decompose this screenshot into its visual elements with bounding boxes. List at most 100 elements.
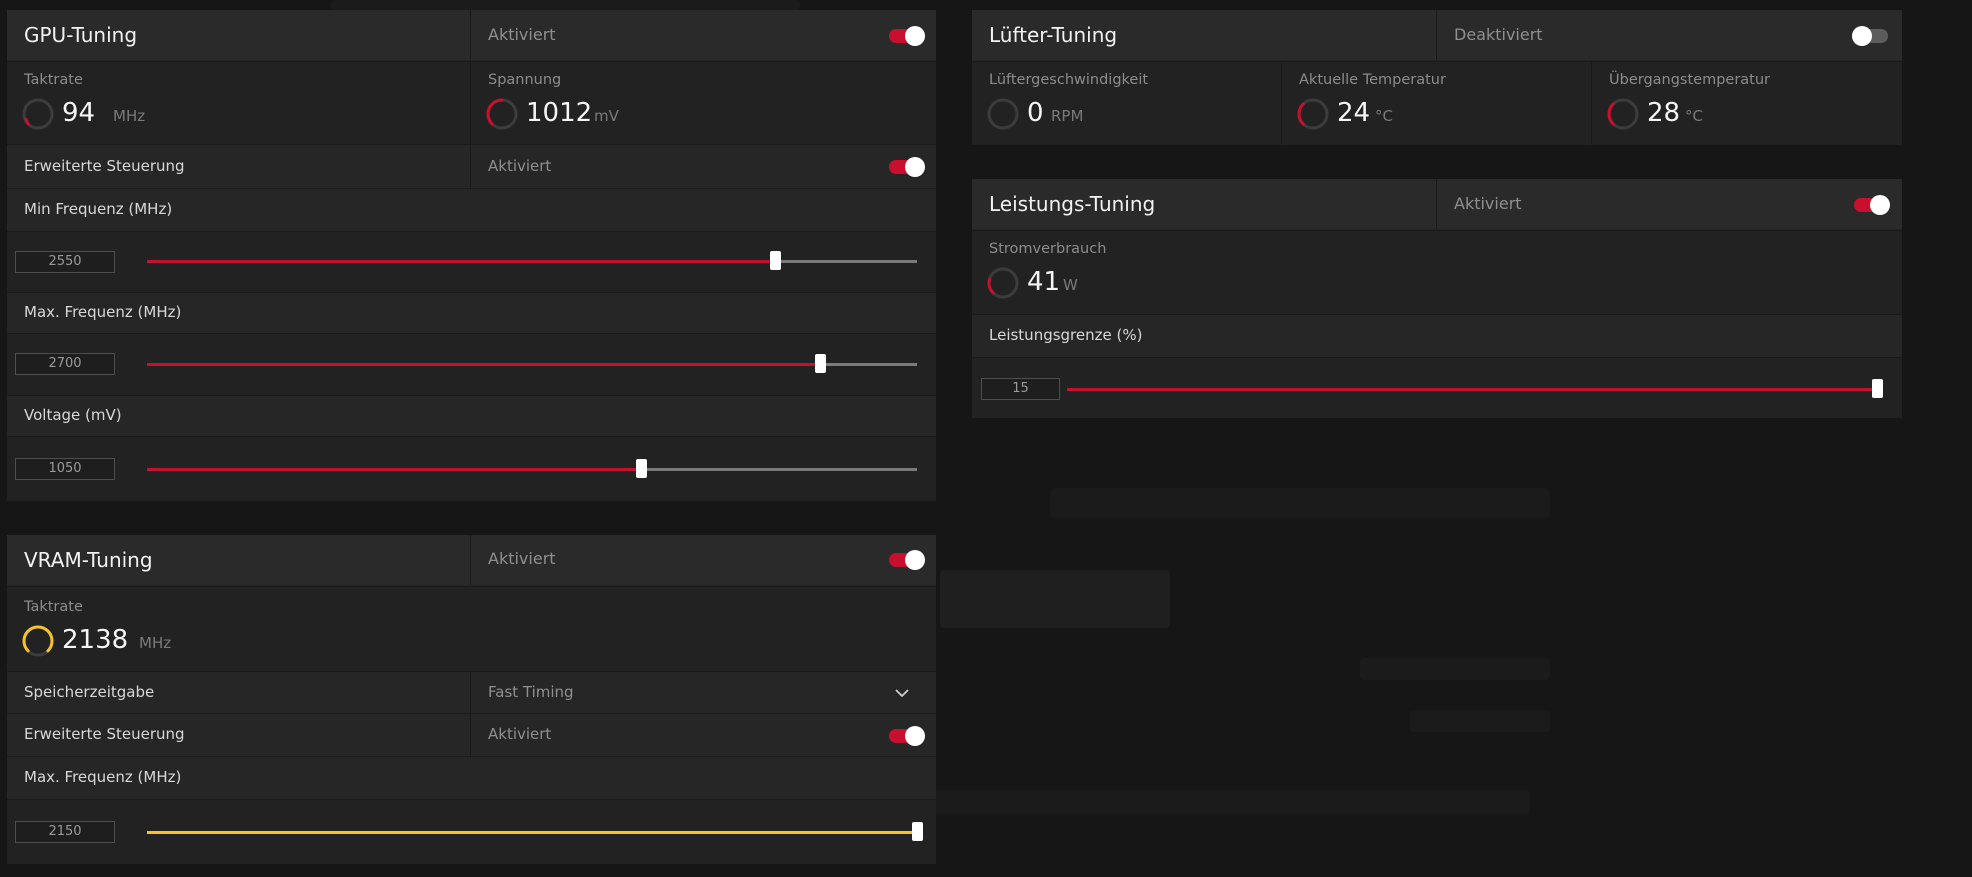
fan-metrics-row: Lüftergeschwindigkeit 0 RPM Aktuelle Tem… [972, 61, 1902, 145]
vram-tuning-panel: VRAM-Tuning Aktiviert Taktrate 2138 MHz … [7, 535, 936, 864]
memory-timing-label: Speicherzeitgabe [24, 683, 155, 701]
min-frequency-input[interactable]: 2550 [15, 251, 115, 273]
gpu-tuning-status: Aktiviert [488, 25, 556, 44]
max-frequency-slider-row: 2700 [7, 333, 936, 395]
power-tuning-panel: Leistungs-Tuning Aktiviert Stromverbrauc… [972, 179, 1902, 418]
slider-fill [147, 831, 917, 834]
vram-max-frequency-slider[interactable] [147, 822, 923, 841]
divider [1436, 179, 1437, 229]
min-frequency-slider[interactable] [147, 251, 917, 270]
min-frequency-slider-row: 2550 [7, 231, 936, 292]
background-ghost-3 [1360, 658, 1550, 680]
vram-advanced-row: Erweiterte Steuerung Aktiviert [7, 713, 936, 756]
background-ghost-6 [930, 790, 1530, 814]
power-limit-input[interactable]: 15 [981, 378, 1060, 400]
slider-thumb[interactable] [814, 354, 826, 373]
vram-tuning-status: Aktiviert [488, 549, 556, 568]
junction-temp-label: Übergangstemperatur [1609, 72, 1771, 88]
power-limit-slider-row: 15 [972, 357, 1902, 418]
slider-thumb[interactable] [769, 251, 781, 270]
power-tuning-header: Leistungs-Tuning Aktiviert [972, 179, 1902, 229]
vram-tuning-header: VRAM-Tuning Aktiviert [7, 535, 936, 585]
vram-tuning-toggle[interactable] [889, 550, 925, 570]
gpu-voltage-gauge-icon [486, 98, 518, 130]
gpu-voltage-label: Spannung [488, 72, 562, 88]
voltage-slider[interactable] [147, 459, 917, 478]
gpu-clock-unit: MHz [113, 107, 146, 125]
junction-temp-unit: °C [1685, 107, 1703, 125]
toggle-knob [905, 550, 925, 570]
divider [470, 672, 471, 713]
power-tuning-status: Aktiviert [1454, 194, 1522, 213]
power-limit-label: Leistungsgrenze (%) [989, 326, 1143, 344]
divider [470, 145, 471, 188]
slider-fill [147, 260, 775, 263]
fan-tuning-header: Lüfter-Tuning Deaktiviert [972, 10, 1902, 60]
slider-fill [147, 468, 642, 471]
gpu-tuning-header: GPU-Tuning Aktiviert [7, 10, 936, 60]
power-draw-label: Stromverbrauch [989, 241, 1107, 257]
max-frequency-label-row: Max. Frequenz (MHz) [7, 292, 936, 333]
slider-fill [1067, 388, 1877, 391]
gpu-advanced-status: Aktiviert [488, 157, 552, 175]
fan-speed-gauge-icon [987, 98, 1019, 130]
power-tuning-title: Leistungs-Tuning [989, 192, 1156, 216]
slider-thumb[interactable] [1872, 379, 1883, 398]
background-ghost-5 [1050, 488, 1550, 518]
max-frequency-slider[interactable] [147, 354, 917, 373]
background-ghost-2 [940, 570, 1170, 628]
memory-timing-row[interactable]: Speicherzeitgabe Fast Timing [7, 671, 936, 713]
gpu-advanced-toggle[interactable] [889, 157, 925, 177]
gpu-clock-value: 94 [62, 98, 96, 128]
divider [1436, 10, 1437, 60]
gpu-tuning-panel: GPU-Tuning Aktiviert Taktrate 94 MHz Spa… [7, 10, 936, 501]
vram-clock-value: 2138 [62, 625, 129, 655]
divider [470, 535, 471, 585]
toggle-knob [905, 157, 925, 177]
voltage-label-row: Voltage (mV) [7, 395, 936, 436]
vram-metrics-row: Taktrate 2138 MHz [7, 586, 936, 671]
fan-speed-value: 0 [1027, 98, 1044, 128]
gpu-metrics-row: Taktrate 94 MHz Spannung 1012 mV [7, 61, 936, 144]
slider-fill [147, 363, 820, 366]
vram-max-frequency-input[interactable]: 2150 [15, 821, 115, 843]
max-frequency-input[interactable]: 2700 [15, 353, 115, 375]
fan-speed-label: Lüftergeschwindigkeit [989, 72, 1149, 88]
power-draw-gauge-icon [987, 267, 1019, 299]
gpu-voltage-metric: 1012 mV [485, 95, 735, 131]
current-temp-metric: 24 °C [1296, 95, 1496, 131]
vram-max-frequency-label-row: Max. Frequenz (MHz) [7, 756, 936, 799]
vram-advanced-label: Erweiterte Steuerung [24, 725, 185, 743]
fan-speed-unit: RPM [1051, 107, 1084, 125]
junction-temp-metric: 28 °C [1606, 95, 1806, 131]
gpu-advanced-row: Erweiterte Steuerung Aktiviert [7, 144, 936, 188]
fan-tuning-panel: Lüfter-Tuning Deaktiviert Lüftergeschwin… [972, 10, 1902, 145]
voltage-input[interactable]: 1050 [15, 458, 115, 480]
vram-advanced-toggle[interactable] [889, 726, 925, 746]
power-draw-value: 41 [1027, 267, 1061, 297]
gpu-clock-metric: 94 MHz [21, 95, 221, 131]
power-limit-slider[interactable] [1067, 379, 1883, 398]
gpu-advanced-label: Erweiterte Steuerung [24, 157, 185, 175]
fan-speed-metric: 0 RPM [986, 95, 1186, 131]
divider [470, 10, 471, 60]
toggle-knob [1852, 26, 1872, 46]
power-draw-metric: 41 W [986, 264, 1186, 300]
gpu-tuning-toggle[interactable] [889, 26, 925, 46]
power-metrics-row: Stromverbrauch 41 W [972, 230, 1902, 314]
vram-clock-label: Taktrate [24, 599, 83, 615]
power-tuning-toggle[interactable] [1854, 195, 1890, 215]
divider [1591, 62, 1592, 145]
current-temp-unit: °C [1375, 107, 1393, 125]
slider-thumb[interactable] [912, 822, 923, 841]
fan-tuning-toggle[interactable] [1852, 26, 1888, 46]
vram-advanced-status: Aktiviert [488, 725, 552, 743]
background-ghost-4 [1410, 710, 1550, 732]
memory-timing-select[interactable]: Fast Timing [488, 683, 574, 701]
power-draw-unit: W [1063, 276, 1078, 294]
junction-temp-gauge-icon [1607, 98, 1639, 130]
slider-thumb[interactable] [636, 459, 648, 478]
gpu-voltage-unit: mV [594, 107, 619, 125]
chevron-down-icon[interactable] [895, 689, 909, 698]
vram-max-frequency-slider-row: 2150 [7, 799, 936, 864]
